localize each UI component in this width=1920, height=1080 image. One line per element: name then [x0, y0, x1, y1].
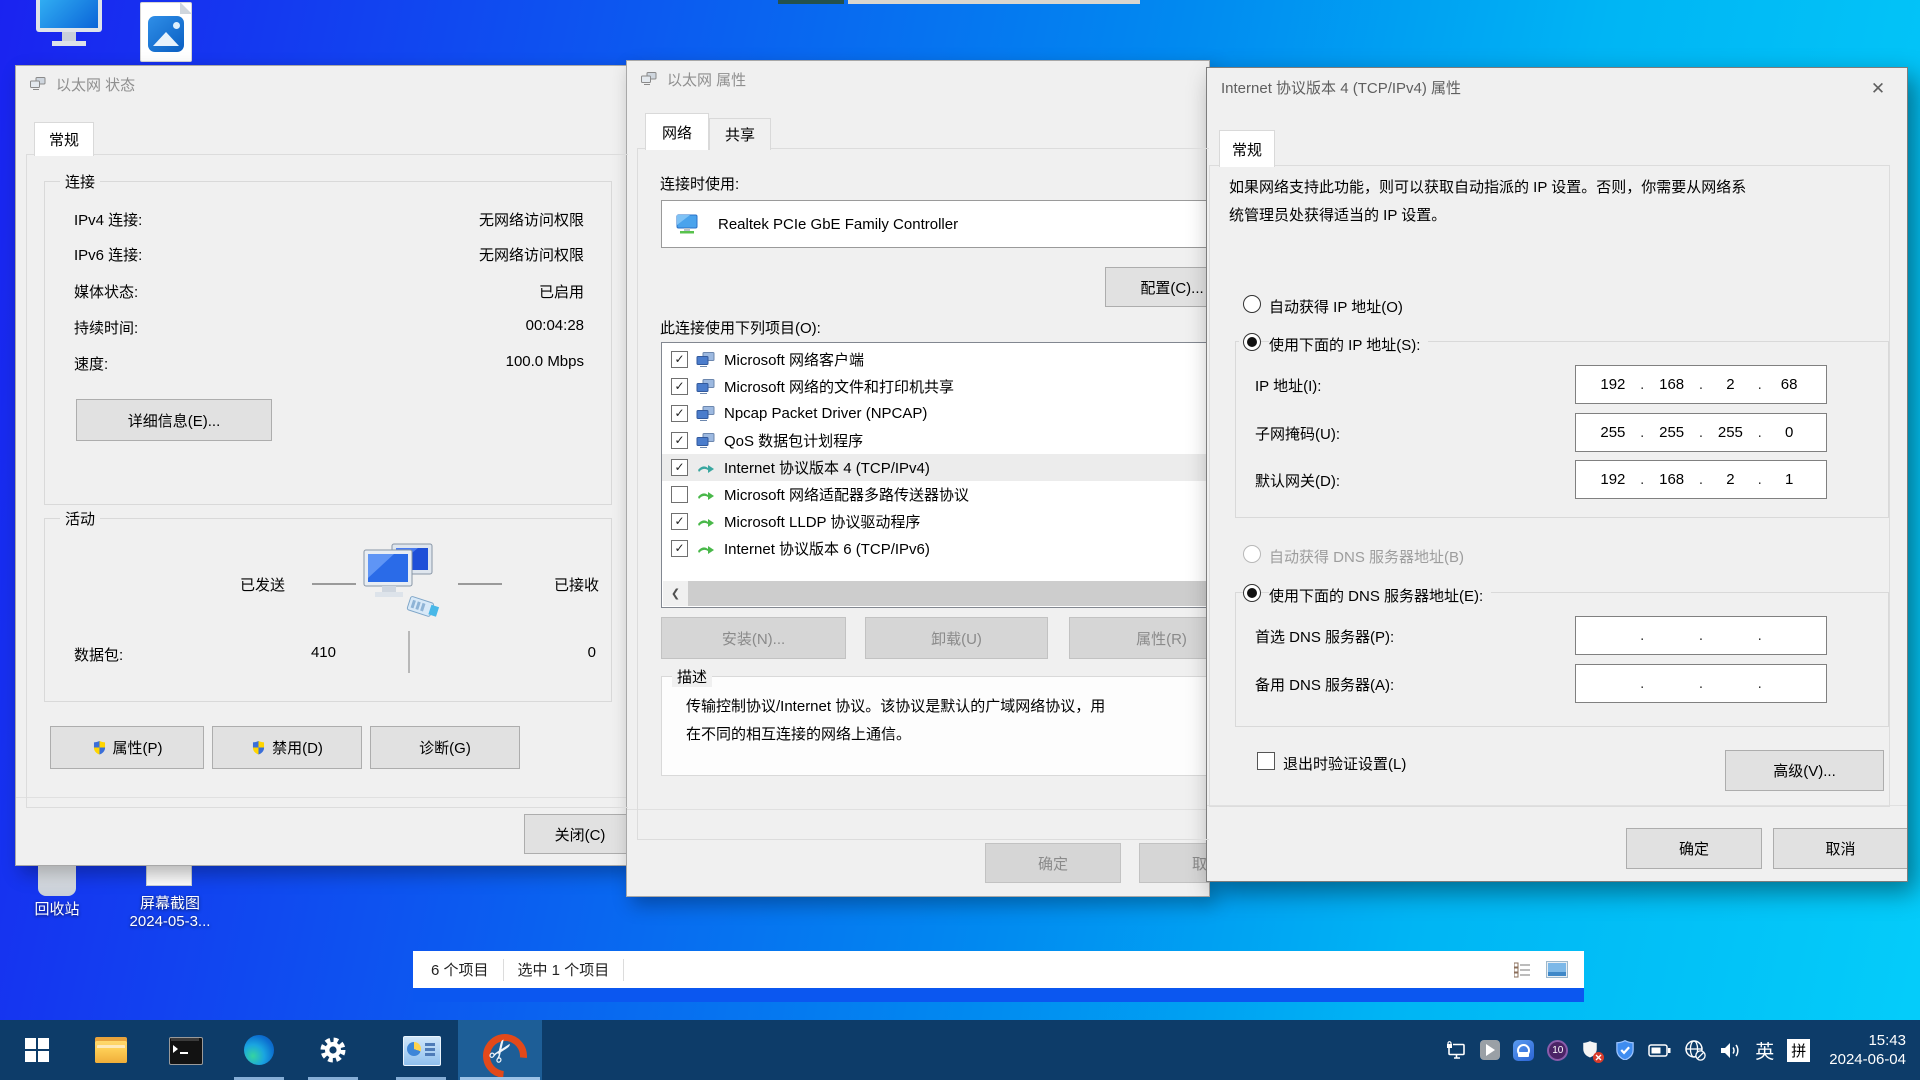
divider [623, 959, 624, 981]
divider [503, 959, 504, 981]
this-pc-icon[interactable] [36, 0, 104, 58]
remote-desktop-tray-icon[interactable] [1445, 1041, 1467, 1060]
window-title: Internet 协议版本 4 (TCP/IPv4) 属性 [1221, 77, 1461, 98]
network-status-icon [30, 77, 47, 91]
ok-button[interactable]: 确定 [1626, 828, 1762, 869]
network-properties-icon [641, 72, 658, 86]
recycle-bin-label[interactable]: 回收站 [12, 898, 102, 919]
speaker-tray-icon[interactable] [1719, 1041, 1742, 1060]
edge-icon [244, 1035, 274, 1065]
cancel-button[interactable]: 取消 [1139, 843, 1210, 883]
tab-page [637, 148, 1210, 840]
language-indicator[interactable]: 英 [1755, 1037, 1774, 1064]
screenshot-file-label[interactable]: 屏幕截图 2024-05-3... [110, 892, 230, 930]
tab-page [1209, 165, 1890, 807]
terminal-icon [169, 1037, 201, 1063]
background-window-edge [778, 0, 844, 4]
titlebar[interactable]: Internet 协议版本 4 (TCP/IPv4) 属性 [1207, 68, 1907, 106]
win10-app-tray-icon[interactable]: 10 [1547, 1040, 1568, 1061]
control-panel-button[interactable] [384, 1020, 458, 1080]
ethernet-properties-window: 以太网 属性 网络 共享 连接时使用: Realtek PCIe GbE Fam… [626, 60, 1210, 897]
clock-date: 2024-06-04 [1829, 1050, 1906, 1069]
network-no-internet-tray-icon[interactable] [1684, 1039, 1706, 1061]
gear-icon [318, 1035, 348, 1065]
desktop: 回收站 屏幕截图 2024-05-3... 6 个项目 选中 1 个项目 [0, 0, 1920, 1080]
clock-time: 15:43 [1829, 1031, 1906, 1050]
tab-general[interactable]: 常规 [34, 122, 94, 156]
security-shield-tray-icon[interactable] [1615, 1040, 1635, 1060]
explorer-status-bar: 6 个项目 选中 1 个项目 [413, 951, 1584, 988]
window-title: 以太网 属性 [667, 69, 746, 90]
screenshot-tool-button[interactable]: ✂ [458, 1020, 542, 1080]
close-button[interactable]: 关闭(C) [524, 814, 629, 854]
tab-page [26, 154, 629, 808]
explorer-selected-count: 选中 1 个项目 [518, 959, 610, 980]
recorder-app-tray-icon[interactable] [1513, 1040, 1534, 1061]
ime-indicator[interactable]: 拼 [1787, 1039, 1810, 1062]
command-prompt-button[interactable] [148, 1020, 222, 1080]
thumbnail-view-icon[interactable] [1546, 961, 1568, 978]
details-view-icon[interactable] [1514, 962, 1532, 978]
system-window-icon [403, 1036, 439, 1064]
scissors-icon: ✂ [481, 1032, 519, 1068]
background-window-edge [848, 0, 1140, 4]
tab-general[interactable]: 常规 [1219, 130, 1275, 167]
cancel-button[interactable]: 取消 [1773, 828, 1908, 869]
file-explorer-button[interactable] [74, 1020, 148, 1080]
system-tray: 10 英 拼 15:43 2024-06-04 [1445, 1020, 1920, 1080]
explorer-item-count: 6 个项目 [431, 959, 489, 980]
start-button[interactable] [0, 1020, 74, 1080]
edge-browser-button[interactable] [222, 1020, 296, 1080]
tab-network[interactable]: 网络 [645, 113, 709, 150]
tab-sharing[interactable]: 共享 [709, 118, 771, 150]
ipv4-properties-window: Internet 协议版本 4 (TCP/IPv4) 属性 ✕ 常规 如果网络支… [1206, 67, 1908, 882]
ethernet-status-window: 以太网 状态 常规 连接 IPv4 连接: 无网络访问权限 IPv6 连接: 无… [15, 65, 629, 866]
titlebar[interactable]: 以太网 状态 [16, 66, 628, 102]
folder-icon [95, 1037, 127, 1063]
remote-app-tray-icon[interactable] [1480, 1040, 1500, 1060]
ok-button[interactable]: 确定 [985, 843, 1121, 883]
taskbar: ✂ 10 [0, 1020, 1920, 1080]
explorer-bottom-strip [413, 988, 1584, 1002]
window-title: 以太网 状态 [56, 74, 135, 95]
windows-logo-icon [25, 1038, 49, 1062]
close-icon[interactable]: ✕ [1867, 78, 1889, 100]
settings-button[interactable] [296, 1020, 370, 1080]
titlebar[interactable]: 以太网 属性 [627, 61, 1209, 97]
battery-tray-icon[interactable] [1648, 1044, 1671, 1057]
image-file-icon[interactable] [140, 2, 194, 62]
clock[interactable]: 15:43 2024-06-04 [1829, 1031, 1906, 1069]
defender-alert-tray-icon[interactable] [1581, 1040, 1602, 1061]
